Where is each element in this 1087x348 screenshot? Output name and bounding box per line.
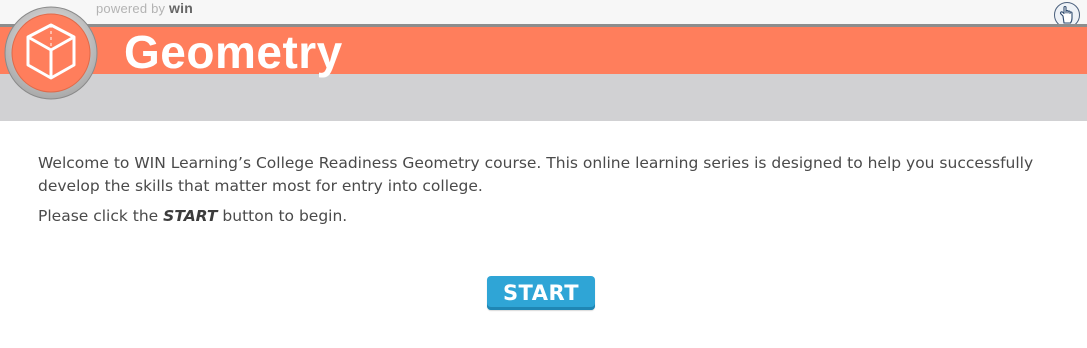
hand-pointer-icon bbox=[1059, 5, 1073, 24]
powered-by-text: powered by bbox=[96, 1, 166, 16]
win-brand-text: win bbox=[169, 0, 193, 16]
course-logo bbox=[3, 5, 99, 101]
start-button[interactable]: START bbox=[487, 276, 595, 310]
intro-text: Welcome to WIN Learning’s College Readin… bbox=[38, 152, 1068, 228]
instruction-text-before: Please click the bbox=[38, 207, 164, 225]
instruction-paragraph: Please click the START button to begin. bbox=[38, 205, 1068, 228]
intro-paragraph: Welcome to WIN Learning’s College Readin… bbox=[38, 154, 1034, 195]
instruction-emphasis: START bbox=[163, 207, 218, 225]
powered-by-label: powered by win bbox=[96, 0, 193, 16]
instruction-text-after: button to begin. bbox=[217, 207, 348, 225]
cube-icon bbox=[4, 6, 98, 100]
header-subbar bbox=[0, 74, 1087, 121]
page-title: Geometry bbox=[124, 26, 343, 78]
